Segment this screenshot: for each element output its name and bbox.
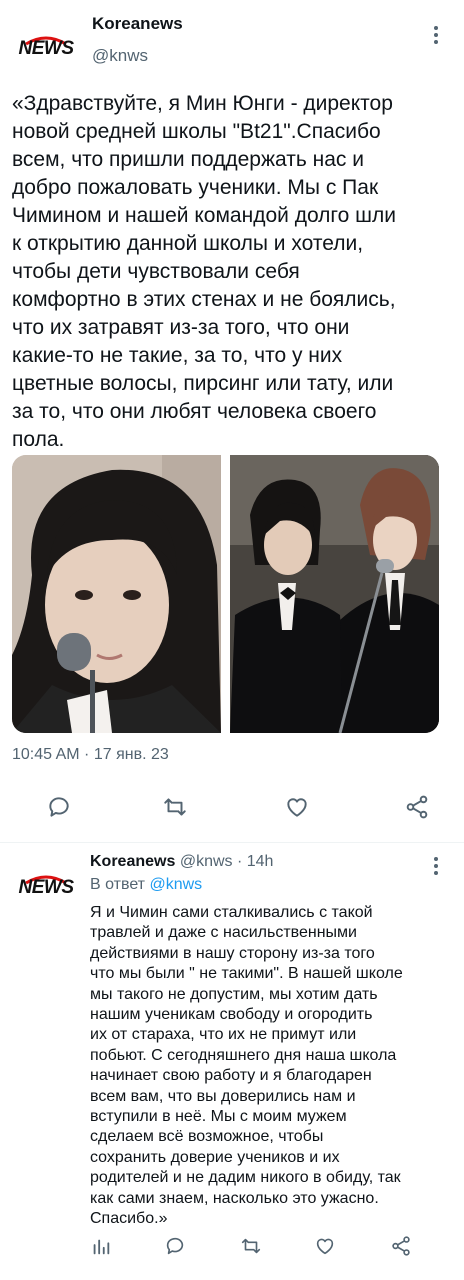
more-icon[interactable]	[426, 855, 446, 877]
tweet-text: «Здравствуйте, я Мин Юнги - директор нов…	[12, 92, 396, 451]
more-icon[interactable]	[426, 24, 446, 46]
analytics-icon	[93, 1239, 110, 1255]
like-button[interactable]	[284, 794, 314, 824]
reply-text: Я и Чимин сами сталкивались с такой трав…	[90, 904, 403, 1228]
main-tweet[interactable]: NEWS Koreanews @knws «Здравствуйте, я Ми…	[0, 0, 464, 842]
retweet-icon	[164, 798, 186, 816]
share-icon	[392, 1236, 410, 1256]
portrait-image	[12, 455, 221, 733]
analytics-button[interactable]	[90, 1235, 120, 1265]
author-meta: @knws · 14h	[179, 853, 274, 870]
avatar[interactable]: NEWS	[18, 873, 74, 903]
author-name[interactable]: Koreanews	[92, 14, 183, 34]
reply-icon	[49, 797, 69, 817]
share-button[interactable]	[404, 794, 434, 824]
tweet-timestamp[interactable]: 10:45 AM · 17 янв. 23	[12, 746, 169, 764]
avatar[interactable]: NEWS	[18, 34, 74, 64]
share-icon	[406, 795, 428, 819]
reply-button[interactable]	[164, 1235, 194, 1265]
stage-image	[230, 455, 439, 733]
like-icon	[287, 798, 307, 817]
reply-tweet[interactable]: NEWS Koreanews @knws · 14h В ответ @knws…	[0, 843, 464, 1280]
share-button[interactable]	[390, 1235, 420, 1265]
reply-actions	[0, 1235, 464, 1265]
reply-button[interactable]	[46, 794, 76, 824]
photo-2[interactable]	[230, 455, 439, 733]
tweet-actions	[0, 794, 464, 830]
replying-to: В ответ @knws	[90, 876, 202, 894]
media-grid[interactable]	[12, 455, 439, 733]
avatar-logo-text: NEWS	[18, 38, 75, 59]
like-icon	[316, 1238, 334, 1255]
replying-to-label: В ответ	[90, 876, 146, 893]
author-name[interactable]: Koreanews	[90, 853, 175, 870]
retweet-button[interactable]	[240, 1235, 270, 1265]
retweet-button[interactable]	[162, 794, 192, 824]
author-handle[interactable]: @knws	[92, 46, 148, 66]
photo-1[interactable]	[12, 455, 221, 733]
replying-to-handle-link[interactable]: @knws	[149, 876, 202, 893]
retweet-icon	[241, 1238, 261, 1254]
avatar-logo-text: NEWS	[18, 877, 75, 898]
reply-header: Koreanews @knws · 14h	[90, 853, 273, 871]
like-button[interactable]	[314, 1235, 344, 1265]
reply-icon	[166, 1237, 184, 1255]
